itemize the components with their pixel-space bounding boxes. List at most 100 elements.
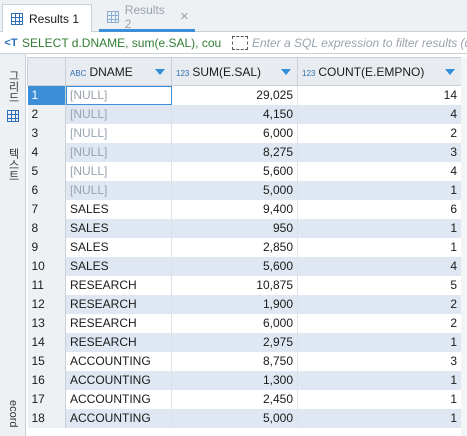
table-row[interactable]: 1 [NULL] 29,025 14 bbox=[27, 85, 462, 105]
cell-count-empno[interactable]: 3 bbox=[297, 142, 462, 162]
cell-count-empno[interactable]: 1 bbox=[297, 332, 462, 352]
cell-dname[interactable]: ACCOUNTING bbox=[65, 370, 172, 390]
cell-count-empno[interactable]: 1 bbox=[297, 180, 462, 200]
filter-input[interactable]: Enter a SQL expression to filter results… bbox=[252, 36, 467, 50]
cell-sum-sal[interactable]: 5,600 bbox=[171, 256, 298, 276]
sort-arrow-icon[interactable] bbox=[445, 69, 455, 75]
cell-count-empno[interactable]: 1 bbox=[297, 389, 462, 409]
cell-count-empno[interactable]: 14 bbox=[297, 85, 462, 105]
tab-results-1[interactable]: Results 1 bbox=[2, 4, 92, 33]
cell-sum-sal[interactable]: 10,875 bbox=[171, 275, 298, 295]
table-row[interactable]: 9 SALES 2,850 1 bbox=[27, 237, 462, 257]
close-icon[interactable]: ✕ bbox=[180, 10, 189, 23]
cell-dname[interactable]: RESEARCH bbox=[65, 313, 172, 333]
cell-sum-sal[interactable]: 2,975 bbox=[171, 332, 298, 352]
cell-count-empno[interactable]: 1 bbox=[297, 370, 462, 390]
cell-count-empno[interactable]: 1 bbox=[297, 408, 462, 428]
cell-count-empno[interactable]: 4 bbox=[297, 104, 462, 124]
table-row[interactable]: 4 [NULL] 8,275 3 bbox=[27, 142, 462, 162]
cell-count-empno[interactable]: 6 bbox=[297, 199, 462, 219]
cell-dname[interactable]: SALES bbox=[65, 218, 172, 238]
cell-count-empno[interactable]: 1 bbox=[297, 218, 462, 238]
table-row[interactable]: 15 ACCOUNTING 8,750 3 bbox=[27, 351, 462, 371]
vertical-scrollbar[interactable] bbox=[461, 57, 467, 436]
row-number[interactable]: 3 bbox=[27, 123, 66, 143]
table-row[interactable]: 12 RESEARCH 1,900 2 bbox=[27, 294, 462, 314]
cell-sum-sal[interactable]: 9,400 bbox=[171, 199, 298, 219]
row-number[interactable]: 12 bbox=[27, 294, 66, 314]
sort-arrow-icon[interactable] bbox=[155, 69, 165, 75]
row-number[interactable]: 14 bbox=[27, 332, 66, 352]
cell-sum-sal[interactable]: 8,750 bbox=[171, 351, 298, 371]
cell-dname[interactable]: RESEARCH bbox=[65, 332, 172, 352]
grid-view-icon-button[interactable] bbox=[3, 106, 23, 126]
table-row[interactable]: 13 RESEARCH 6,000 2 bbox=[27, 313, 462, 333]
cell-dname[interactable]: RESEARCH bbox=[65, 275, 172, 295]
row-number[interactable]: 10 bbox=[27, 256, 66, 276]
cell-sum-sal[interactable]: 1,300 bbox=[171, 370, 298, 390]
table-row[interactable]: 14 RESEARCH 2,975 1 bbox=[27, 332, 462, 352]
cell-sum-sal[interactable]: 4,150 bbox=[171, 104, 298, 124]
cell-dname[interactable]: [NULL] bbox=[65, 85, 172, 105]
table-row[interactable]: 5 [NULL] 5,600 4 bbox=[27, 161, 462, 181]
cell-count-empno[interactable]: 3 bbox=[297, 351, 462, 371]
table-row[interactable]: 10 SALES 5,600 4 bbox=[27, 256, 462, 276]
cell-sum-sal[interactable]: 5,000 bbox=[171, 180, 298, 200]
cell-sum-sal[interactable]: 5,000 bbox=[171, 408, 298, 428]
cell-count-empno[interactable]: 5 bbox=[297, 275, 462, 295]
cell-sum-sal[interactable]: 29,025 bbox=[171, 85, 298, 105]
cell-sum-sal[interactable]: 6,000 bbox=[171, 123, 298, 143]
cell-count-empno[interactable]: 1 bbox=[297, 237, 462, 257]
cell-sum-sal[interactable]: 2,850 bbox=[171, 237, 298, 257]
cell-sum-sal[interactable]: 5,600 bbox=[171, 161, 298, 181]
row-number[interactable]: 7 bbox=[27, 199, 66, 219]
cell-dname[interactable]: SALES bbox=[65, 256, 172, 276]
cell-dname[interactable]: ACCOUNTING bbox=[65, 408, 172, 428]
cell-sum-sal[interactable]: 950 bbox=[171, 218, 298, 238]
row-number[interactable]: 1 bbox=[27, 85, 66, 105]
cell-dname[interactable]: SALES bbox=[65, 237, 172, 257]
cell-dname[interactable]: ACCOUNTING bbox=[65, 389, 172, 409]
cell-sum-sal[interactable]: 6,000 bbox=[171, 313, 298, 333]
table-row[interactable]: 11 RESEARCH 10,875 5 bbox=[27, 275, 462, 295]
record-mode-button[interactable]: ecord bbox=[3, 394, 23, 434]
row-number[interactable]: 13 bbox=[27, 313, 66, 333]
row-number[interactable]: 8 bbox=[27, 218, 66, 238]
column-header-count-empno[interactable]: 123 COUNT(E.EMPNO) bbox=[297, 57, 462, 86]
cell-dname[interactable]: RESEARCH bbox=[65, 294, 172, 314]
table-row[interactable]: 17 ACCOUNTING 2,450 1 bbox=[27, 389, 462, 409]
cell-sum-sal[interactable]: 8,275 bbox=[171, 142, 298, 162]
table-row[interactable]: 3 [NULL] 6,000 2 bbox=[27, 123, 462, 143]
cell-count-empno[interactable]: 4 bbox=[297, 256, 462, 276]
row-number[interactable]: 5 bbox=[27, 161, 66, 181]
row-number[interactable]: 18 bbox=[27, 408, 66, 428]
table-row[interactable]: 2 [NULL] 4,150 4 bbox=[27, 104, 462, 124]
column-header-dname[interactable]: ABC DNAME bbox=[65, 57, 172, 86]
cell-dname[interactable]: [NULL] bbox=[65, 180, 172, 200]
expand-icon[interactable] bbox=[232, 35, 248, 50]
cell-dname[interactable]: [NULL] bbox=[65, 161, 172, 181]
sort-arrow-icon[interactable] bbox=[281, 69, 291, 75]
table-row[interactable]: 6 [NULL] 5,000 1 bbox=[27, 180, 462, 200]
cell-dname[interactable]: [NULL] bbox=[65, 123, 172, 143]
cell-dname[interactable]: [NULL] bbox=[65, 104, 172, 124]
cell-dname[interactable]: ACCOUNTING bbox=[65, 351, 172, 371]
cell-dname[interactable]: SALES bbox=[65, 199, 172, 219]
row-number[interactable]: 6 bbox=[27, 180, 66, 200]
table-row[interactable]: 7 SALES 9,400 6 bbox=[27, 199, 462, 219]
column-header-sum-sal[interactable]: 123 SUM(E.SAL) bbox=[171, 57, 298, 86]
sql-query-text[interactable]: SELECT d.DNAME, sum(e.SAL), cou bbox=[22, 36, 228, 50]
cell-sum-sal[interactable]: 1,900 bbox=[171, 294, 298, 314]
text-mode-button[interactable]: 텍스트 bbox=[3, 142, 23, 186]
cell-dname[interactable]: [NULL] bbox=[65, 142, 172, 162]
table-row[interactable]: 16 ACCOUNTING 1,300 1 bbox=[27, 370, 462, 390]
table-row[interactable]: 8 SALES 950 1 bbox=[27, 218, 462, 238]
row-number[interactable]: 17 bbox=[27, 389, 66, 409]
row-number[interactable]: 11 bbox=[27, 275, 66, 295]
grid-mode-button[interactable]: 그리드 bbox=[3, 68, 23, 104]
cell-sum-sal[interactable]: 2,450 bbox=[171, 389, 298, 409]
cell-count-empno[interactable]: 2 bbox=[297, 313, 462, 333]
cell-count-empno[interactable]: 2 bbox=[297, 294, 462, 314]
row-number[interactable]: 2 bbox=[27, 104, 66, 124]
row-number[interactable]: 15 bbox=[27, 351, 66, 371]
